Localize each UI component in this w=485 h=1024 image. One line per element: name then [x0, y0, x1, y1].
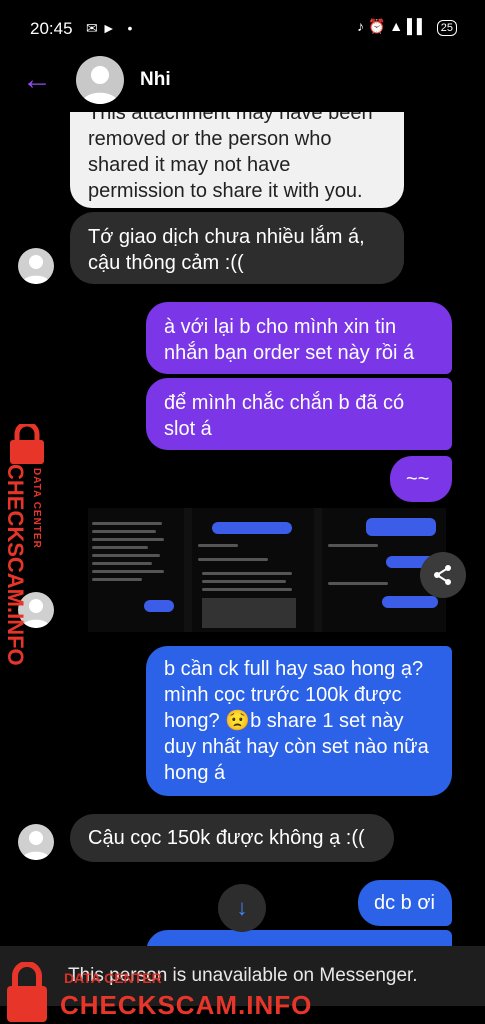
avatar: [18, 248, 54, 284]
notification-icons: ✉► •: [86, 20, 137, 36]
message-outgoing[interactable]: à với lại b cho mình xin tin nhắn bạn or…: [146, 302, 452, 374]
signal-icon: ▌▌: [407, 18, 427, 34]
watermark-bottom-text: CHECKSCAM.INFO: [60, 990, 313, 1020]
back-arrow-icon[interactable]: ←: [22, 62, 52, 98]
chat-header: ← Nhi: [0, 56, 485, 112]
watermark-side-text: CHECKSCAM.INFO: [3, 464, 28, 666]
attachment-notice: This attachment may have been removed or…: [70, 112, 404, 208]
contact-name[interactable]: Nhi: [140, 69, 171, 91]
system-icons: ♪ ⏰ ▲ ▌▌ 25: [357, 18, 457, 36]
mute-icon: ♪: [357, 18, 365, 34]
share-icon[interactable]: [420, 552, 466, 598]
watermark-side: CHECKSCAM.INFO DATA CENTER: [0, 424, 60, 666]
battery-icon: 25: [436, 20, 457, 36]
attachment-notice-text: This attachment may have been removed or…: [88, 112, 373, 202]
shared-screenshot-image[interactable]: [88, 508, 446, 632]
avatar[interactable]: [76, 56, 124, 104]
message-outgoing[interactable]: b cần ck full hay sao hong ạ? mình cọc t…: [146, 646, 452, 796]
lock-icon: [7, 962, 47, 1022]
message-outgoing[interactable]: dc b ơi: [358, 880, 452, 926]
watermark-side-small: DATA CENTER: [31, 468, 42, 549]
wifi-icon: ▲: [389, 18, 404, 34]
screenshot-panel: [192, 508, 314, 632]
message-incoming[interactable]: Tớ giao dịch chưa nhiều lắm á, cậu thông…: [70, 212, 404, 284]
screenshot-panel: [88, 508, 184, 632]
message-incoming[interactable]: Cậu cọc 150k được không ạ :((: [70, 814, 394, 862]
avatar: [18, 824, 54, 860]
status-time: 20:45: [30, 19, 73, 38]
arrow-down-icon[interactable]: ↓: [218, 884, 266, 932]
alarm-icon: ⏰: [367, 18, 386, 34]
message-outgoing[interactable]: ~~: [390, 456, 452, 502]
watermark-bottom-small: DATA CENTER: [64, 970, 162, 986]
lock-icon: [10, 424, 44, 464]
watermark-bottom: DATA CENTER CHECKSCAM.INFO: [0, 960, 485, 1024]
message-outgoing[interactable]: để mình chắc chắn b đã có slot á: [146, 378, 452, 450]
status-bar: 20:45 ✉► • ♪ ⏰ ▲ ▌▌ 25: [0, 0, 485, 56]
